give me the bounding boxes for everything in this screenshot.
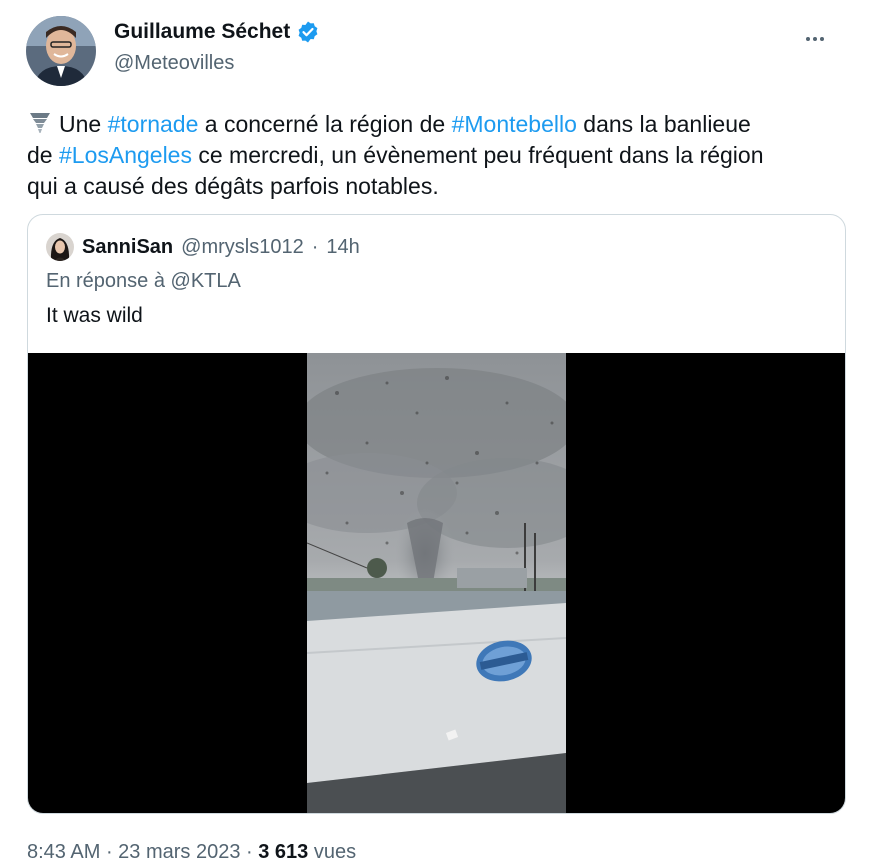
hashtag-tornade[interactable]: #tornade [108,111,199,137]
tweet-line-1: Une #tornade a concerné la région de #Mo… [27,109,842,140]
author-handle[interactable]: @Meteovilles [114,52,234,75]
tornado-emoji-icon [27,110,53,136]
tweet-time[interactable]: 8:43 AM [27,841,100,863]
quoted-author-handle[interactable]: @mrysls1012 [181,236,304,259]
views-count: 3 613 [258,841,309,863]
verified-badge-icon[interactable] [296,20,320,44]
quoted-tweet[interactable]: SanniSan @mrysls1012 · 14h En réponse à … [27,214,846,814]
quoted-tweet-text: It was wild [46,304,143,327]
separator-dot: · [311,235,319,258]
tweet-text: Une #tornade a concerné la région de #Mo… [27,109,842,202]
author-avatar[interactable] [26,16,96,86]
quoted-author-name[interactable]: SanniSan [82,236,173,259]
tweet-author: Guillaume Séchet @Meteovilles [26,16,846,86]
tweet-line-2: de #LosAngeles ce mercredi, un évènement… [27,142,764,168]
hashtag-losangeles[interactable]: #LosAngeles [59,142,192,168]
video-thumbnail[interactable] [307,353,566,813]
hashtag-montebello[interactable]: #Montebello [452,111,577,137]
tweet-line-3: qui a causé des dégâts parfois notables. [27,173,439,199]
quoted-timestamp[interactable]: 14h [326,236,359,259]
video-player[interactable] [28,353,845,813]
quoted-tweet-header: SanniSan @mrysls1012 · 14h [46,233,360,261]
tweet-date[interactable]: 23 mars 2023 [118,841,240,863]
quoted-author-avatar[interactable] [46,233,74,261]
more-options-icon[interactable] [798,24,832,54]
author-display-name[interactable]: Guillaume Séchet [114,20,290,44]
tweet-meta: 8:43 AM · 23 mars 2023 · 3 613 vues [27,841,357,863]
views-label: vues [308,841,357,863]
reply-to-label: En réponse à @KTLA [46,270,241,292]
